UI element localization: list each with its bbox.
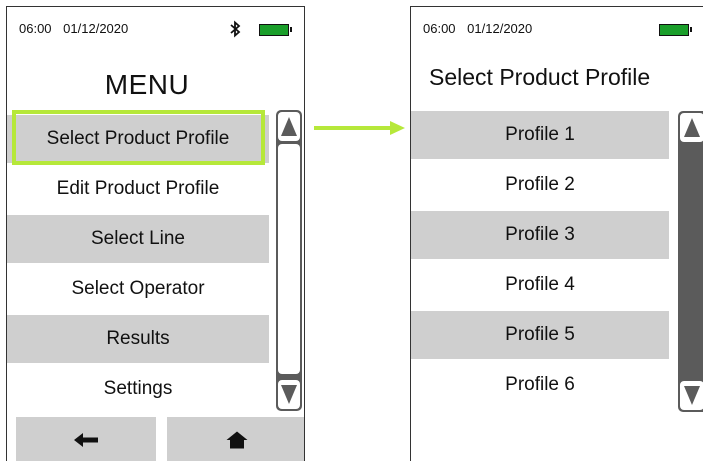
profile-scrollbar[interactable]: [678, 111, 703, 412]
menu-item-edit-product-profile[interactable]: Edit Product Profile: [7, 165, 269, 213]
scroll-down-button[interactable]: [278, 380, 300, 409]
menu-item-select-operator[interactable]: Select Operator: [7, 265, 269, 313]
profile-item-6[interactable]: Profile 6: [411, 361, 669, 409]
status-date: 01/12/2020: [63, 21, 129, 36]
status-bar: 06:00 01/12/2020: [19, 21, 128, 36]
scroll-down-icon: [281, 385, 297, 404]
menu-item-results[interactable]: Results: [7, 315, 269, 363]
scroll-up-icon: [281, 117, 297, 136]
back-button[interactable]: [16, 417, 156, 461]
scroll-up-button[interactable]: [278, 112, 300, 141]
scroll-down-button[interactable]: [680, 381, 703, 410]
navigation-arrow-icon: [314, 121, 405, 135]
page-title: MENU: [104, 69, 190, 100]
menu-scrollbar[interactable]: [276, 110, 302, 411]
scroll-down-icon: [684, 386, 700, 405]
bluetooth-icon: [230, 20, 241, 38]
back-arrow-icon: [74, 432, 98, 447]
scroll-up-icon: [684, 118, 700, 137]
scroll-up-button[interactable]: [680, 113, 703, 142]
profile-item-2[interactable]: Profile 2: [411, 161, 669, 209]
battery-icon: [659, 24, 692, 36]
profile-item-4[interactable]: Profile 4: [411, 261, 669, 309]
home-button[interactable]: [167, 417, 304, 461]
profile-item-5[interactable]: Profile 5: [411, 311, 669, 359]
menu-screen: 06:00 01/12/2020 MENU Select Product Pro…: [6, 6, 305, 461]
status-date: 01/12/2020: [467, 21, 533, 36]
select-profile-screen: 06:00 01/12/2020 Select Product Profile …: [410, 6, 703, 461]
profile-item-3[interactable]: Profile 3: [411, 211, 669, 259]
status-time: 06:00: [19, 21, 52, 36]
profile-item-1[interactable]: Profile 1: [411, 111, 669, 159]
home-icon: [226, 431, 248, 448]
menu-item-select-line[interactable]: Select Line: [7, 215, 269, 263]
menu-item-settings[interactable]: Settings: [7, 365, 269, 413]
selection-highlight: [12, 110, 265, 165]
status-time: 06:00: [423, 21, 456, 36]
page-title: Select Product Profile: [429, 64, 651, 90]
battery-icon: [259, 24, 292, 36]
scroll-thumb[interactable]: [278, 144, 300, 374]
status-bar: 06:00 01/12/2020: [423, 21, 532, 36]
